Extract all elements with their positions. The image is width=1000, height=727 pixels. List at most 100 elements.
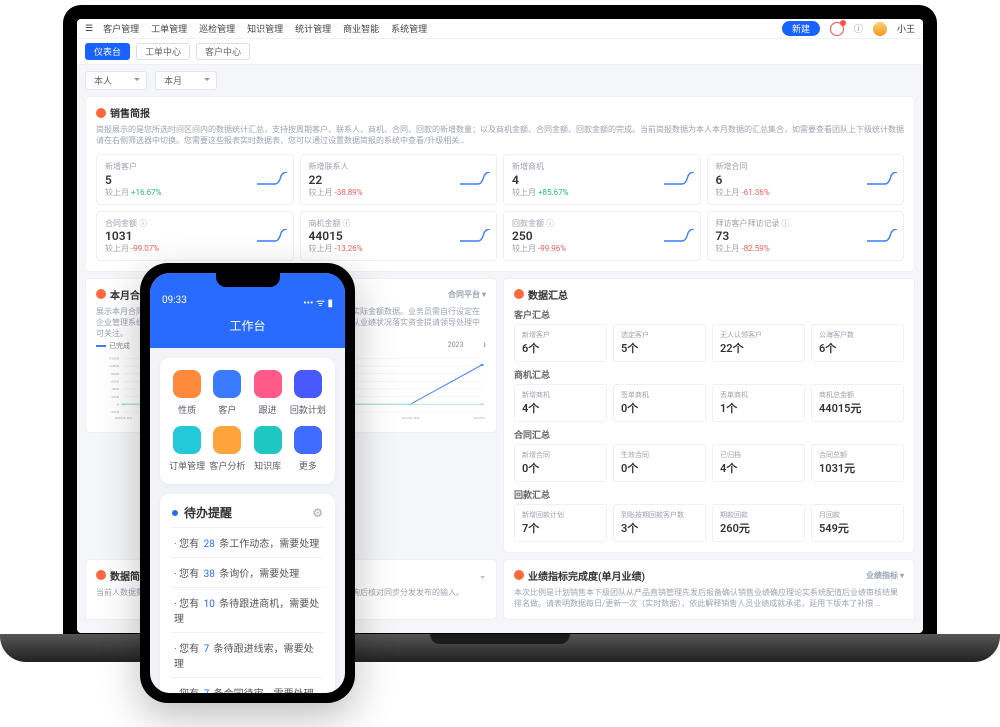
metric-card: 新增合同 6 较上月 -61.36% [707,154,905,204]
hamburger-icon[interactable]: ☰ [85,24,93,34]
metric-label: 新增客户 [105,161,251,172]
app-tile[interactable]: 知识库 [249,426,287,472]
app-label: 知识库 [254,459,281,472]
metric-compare: 较上月 -82.59% [716,243,862,254]
flame-icon [96,570,106,580]
svg-text:2023-06: 2023-06 [401,416,420,420]
app-icon [173,426,201,454]
collapse-icon[interactable]: ⌄ [479,571,486,580]
app-icon [213,370,241,398]
topbar: ☰ 客户管理 工单管理 巡检管理 知识管理 统计管理 商业智能 系统管理 新建 … [77,19,923,39]
flame-icon [96,108,106,118]
summary-cell: 生效合同0个 [613,444,706,482]
summary-cell: 新增商机4个 [514,384,607,422]
phone-mock: 09:33 ••• ᯤ ▮ 工作台 性质 客户 跟进 回款计划 订单管理 客户分… [140,263,355,703]
tab-dashboard[interactable]: 仪表台 [85,43,130,60]
menu-item[interactable]: 统计管理 [295,22,331,35]
metric-card: 新增客户 5 较上月 +16.67% [96,154,294,204]
summary-cell: 期款回款260元 [712,504,805,542]
app-grid: 性质 客户 跟进 回款计划 订单管理 客户分析 知识库 更多 [160,358,335,484]
summary-cell: 新增客户6个 [514,324,607,362]
app-tile[interactable]: 更多 [289,426,327,472]
summary-title: 数据汇总 [528,287,568,302]
owner-select[interactable]: 本人 [85,71,147,90]
download-icon[interactable]: ⭳ [484,341,486,352]
todo-item[interactable]: · 您有 7 条合同待审，需要处理 [172,677,323,693]
status-icons: ••• ᯤ ▮ [303,295,333,309]
briefing-desc: 简报展示的是您所选时间区间内的数据统计汇总，支持按周期客户、联系人、商机、合同、… [96,124,904,146]
summary-cell: 丢单商机1个 [712,384,805,422]
app-tile[interactable]: 跟进 [249,370,287,416]
new-button[interactable]: 新建 [782,21,820,36]
briefing-title: 销售简报 [110,105,150,120]
metric-card: 拜访客户拜访记录 ⓘ 73 较上月 -82.59% [707,211,905,261]
app-label: 回款计划 [290,403,326,416]
metric-value: 250 [512,229,658,243]
user-name[interactable]: 小王 [897,22,915,35]
menu-item[interactable]: 知识管理 [247,22,283,35]
app-label: 跟进 [259,403,277,416]
flame-icon [514,570,524,580]
metric-value: 22 [309,173,455,187]
metric-label: 商机金额 ⓘ [309,218,455,229]
summary-cell: 到账按期回款客户数3个 [613,504,706,542]
svg-text:0: 0 [117,403,121,407]
flame-icon [514,289,524,299]
metric-value: 73 [716,229,862,243]
avatar[interactable] [873,22,887,36]
todo-item[interactable]: · 您有 7 条待跟进线索，需要处理 [172,632,323,677]
laptop-lip [430,634,570,644]
metric-card: 回款金额 ⓘ 250 较上月 -99.96% [503,211,701,261]
metric-value: 6 [716,173,862,187]
app-tile[interactable]: 客户 [208,370,246,416]
flame-icon [96,289,106,299]
metric-card: 合同金额 ⓘ 1031 较上月 -99.07% [96,211,294,261]
app-tile[interactable]: 订单管理 [168,426,206,472]
metric-label: 新增联系人 [309,161,455,172]
help-icon[interactable]: ⓘ [854,22,863,35]
app-tile[interactable]: 性质 [168,370,206,416]
menu-item[interactable]: 系统管理 [391,22,427,35]
app-tile[interactable]: 客户分析 [208,426,246,472]
app-label: 客户 [218,403,236,416]
menu-item[interactable]: 工单管理 [151,22,187,35]
summary-cell: 公海客户数6个 [811,324,904,362]
tab-other[interactable]: 客户中心 [196,43,250,60]
summary-cell: 选定客户5个 [613,324,706,362]
menu-item[interactable]: 商业智能 [343,22,379,35]
todo-section: 待办提醒 ⚙ · 您有 28 条工作动态，需要处理· 您有 38 条询价，需要处… [160,494,335,693]
metric-compare: 较上月 -38.89% [309,187,455,198]
tab-other[interactable]: 工单中心 [136,43,190,60]
app-icon [254,370,282,398]
metric-compare: 较上月 -99.96% [512,243,658,254]
metric-compare: 较上月 +85.67% [512,187,658,198]
todo-item[interactable]: · 您有 38 条询价，需要处理 [172,557,323,587]
chart-filter[interactable]: 合同平台 ▾ [448,289,486,300]
app-icon [173,370,201,398]
dot-icon [172,510,178,516]
menu-item[interactable]: 巡检管理 [199,22,235,35]
gear-icon[interactable]: ⚙ [312,506,323,520]
svg-text:600: 600 [111,380,120,384]
svg-text:2023-02: 2023-02 [114,416,133,420]
svg-text:1200: 1200 [108,357,120,361]
metric-value: 4 [512,173,658,187]
menu-item[interactable]: 客户管理 [103,22,139,35]
todo-item[interactable]: · 您有 10 条待跟进商机，需要处理 [172,587,323,632]
app-tile[interactable]: 回款计划 [289,370,327,416]
status-time: 09:33 [162,295,187,309]
briefing-card: 销售简报 简报展示的是您所选时间区间内的数据统计汇总，支持按周期客户、联系人、商… [85,96,915,272]
summary-cell: 新增合同0个 [514,444,607,482]
app-label: 性质 [178,403,196,416]
top-menu: 客户管理 工单管理 巡检管理 知识管理 统计管理 商业智能 系统管理 [103,22,427,35]
metric-value: 44015 [309,229,455,243]
metric-card: 商机金额 ⓘ 44015 较上月 -13.26% [300,211,498,261]
summary-cell: 无人认领客户22个 [712,324,805,362]
notification-bell-icon[interactable] [830,22,844,36]
period-select[interactable]: 本月 [155,71,217,90]
page-tabs: 仪表台 工单中心 客户中心 [77,39,923,65]
app-icon [294,370,322,398]
metric-compare: 较上月 -13.26% [309,243,455,254]
todo-item[interactable]: · 您有 28 条工作动态，需要处理 [172,527,323,557]
br-filter[interactable]: 业绩指标 ▾ [866,570,904,581]
